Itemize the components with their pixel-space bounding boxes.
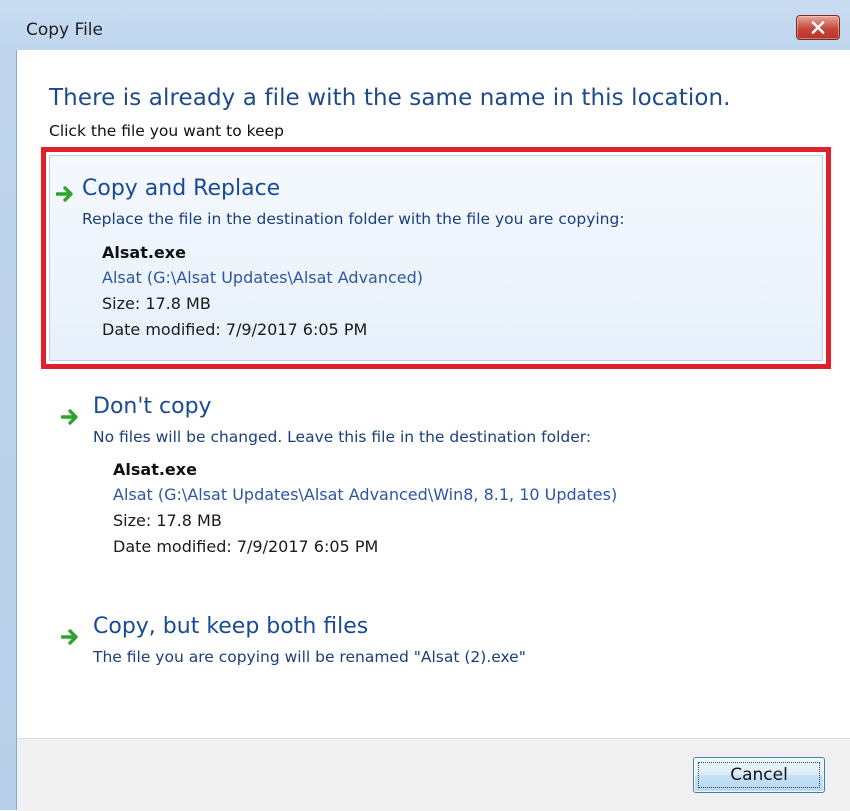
file-date-modified: Date modified: 7/9/2017 6:05 PM bbox=[113, 537, 379, 556]
file-size: Size: 17.8 MB bbox=[102, 294, 211, 313]
file-name: Alsat.exe bbox=[102, 243, 186, 262]
green-arrow-icon bbox=[61, 629, 78, 645]
dialog-content: There is already a file with the same na… bbox=[16, 50, 850, 811]
file-path: Alsat (G:\Alsat Updates\Alsat Advanced\W… bbox=[113, 485, 618, 504]
option-copy-and-replace[interactable]: Copy and Replace Replace the file in the… bbox=[41, 147, 831, 369]
option-description: Replace the file in the destination fold… bbox=[82, 210, 625, 228]
option-description: No files will be changed. Leave this fil… bbox=[93, 428, 592, 446]
dialog-instruction: Click the file you want to keep bbox=[49, 122, 284, 140]
dialog-window: Copy File There is already a file with t… bbox=[0, 0, 850, 811]
close-icon bbox=[811, 21, 825, 34]
window-title: Copy File bbox=[26, 20, 103, 40]
dialog-heading: There is already a file with the same na… bbox=[49, 85, 731, 111]
green-arrow-icon bbox=[56, 186, 73, 202]
cancel-button[interactable]: Cancel bbox=[693, 757, 825, 793]
file-date-modified: Date modified: 7/9/2017 6:05 PM bbox=[102, 320, 368, 339]
title-bar[interactable]: Copy File bbox=[0, 0, 850, 50]
close-button[interactable] bbox=[796, 15, 840, 40]
focus-rectangle bbox=[698, 762, 820, 788]
file-name: Alsat.exe bbox=[113, 460, 197, 479]
dialog-footer: Cancel bbox=[17, 738, 850, 811]
option-title: Copy and Replace bbox=[82, 176, 281, 201]
file-path: Alsat (G:\Alsat Updates\Alsat Advanced) bbox=[102, 268, 424, 287]
file-size: Size: 17.8 MB bbox=[113, 511, 222, 530]
option-title: Don't copy bbox=[93, 394, 212, 419]
option-keep-both-files[interactable]: Copy, but keep both files The file you a… bbox=[41, 590, 831, 690]
option-dont-copy[interactable]: Don't copy No files will be changed. Lea… bbox=[41, 370, 831, 570]
green-arrow-icon bbox=[61, 409, 78, 425]
option-description: The file you are copying will be renamed… bbox=[93, 648, 526, 666]
option-title: Copy, but keep both files bbox=[93, 614, 369, 639]
